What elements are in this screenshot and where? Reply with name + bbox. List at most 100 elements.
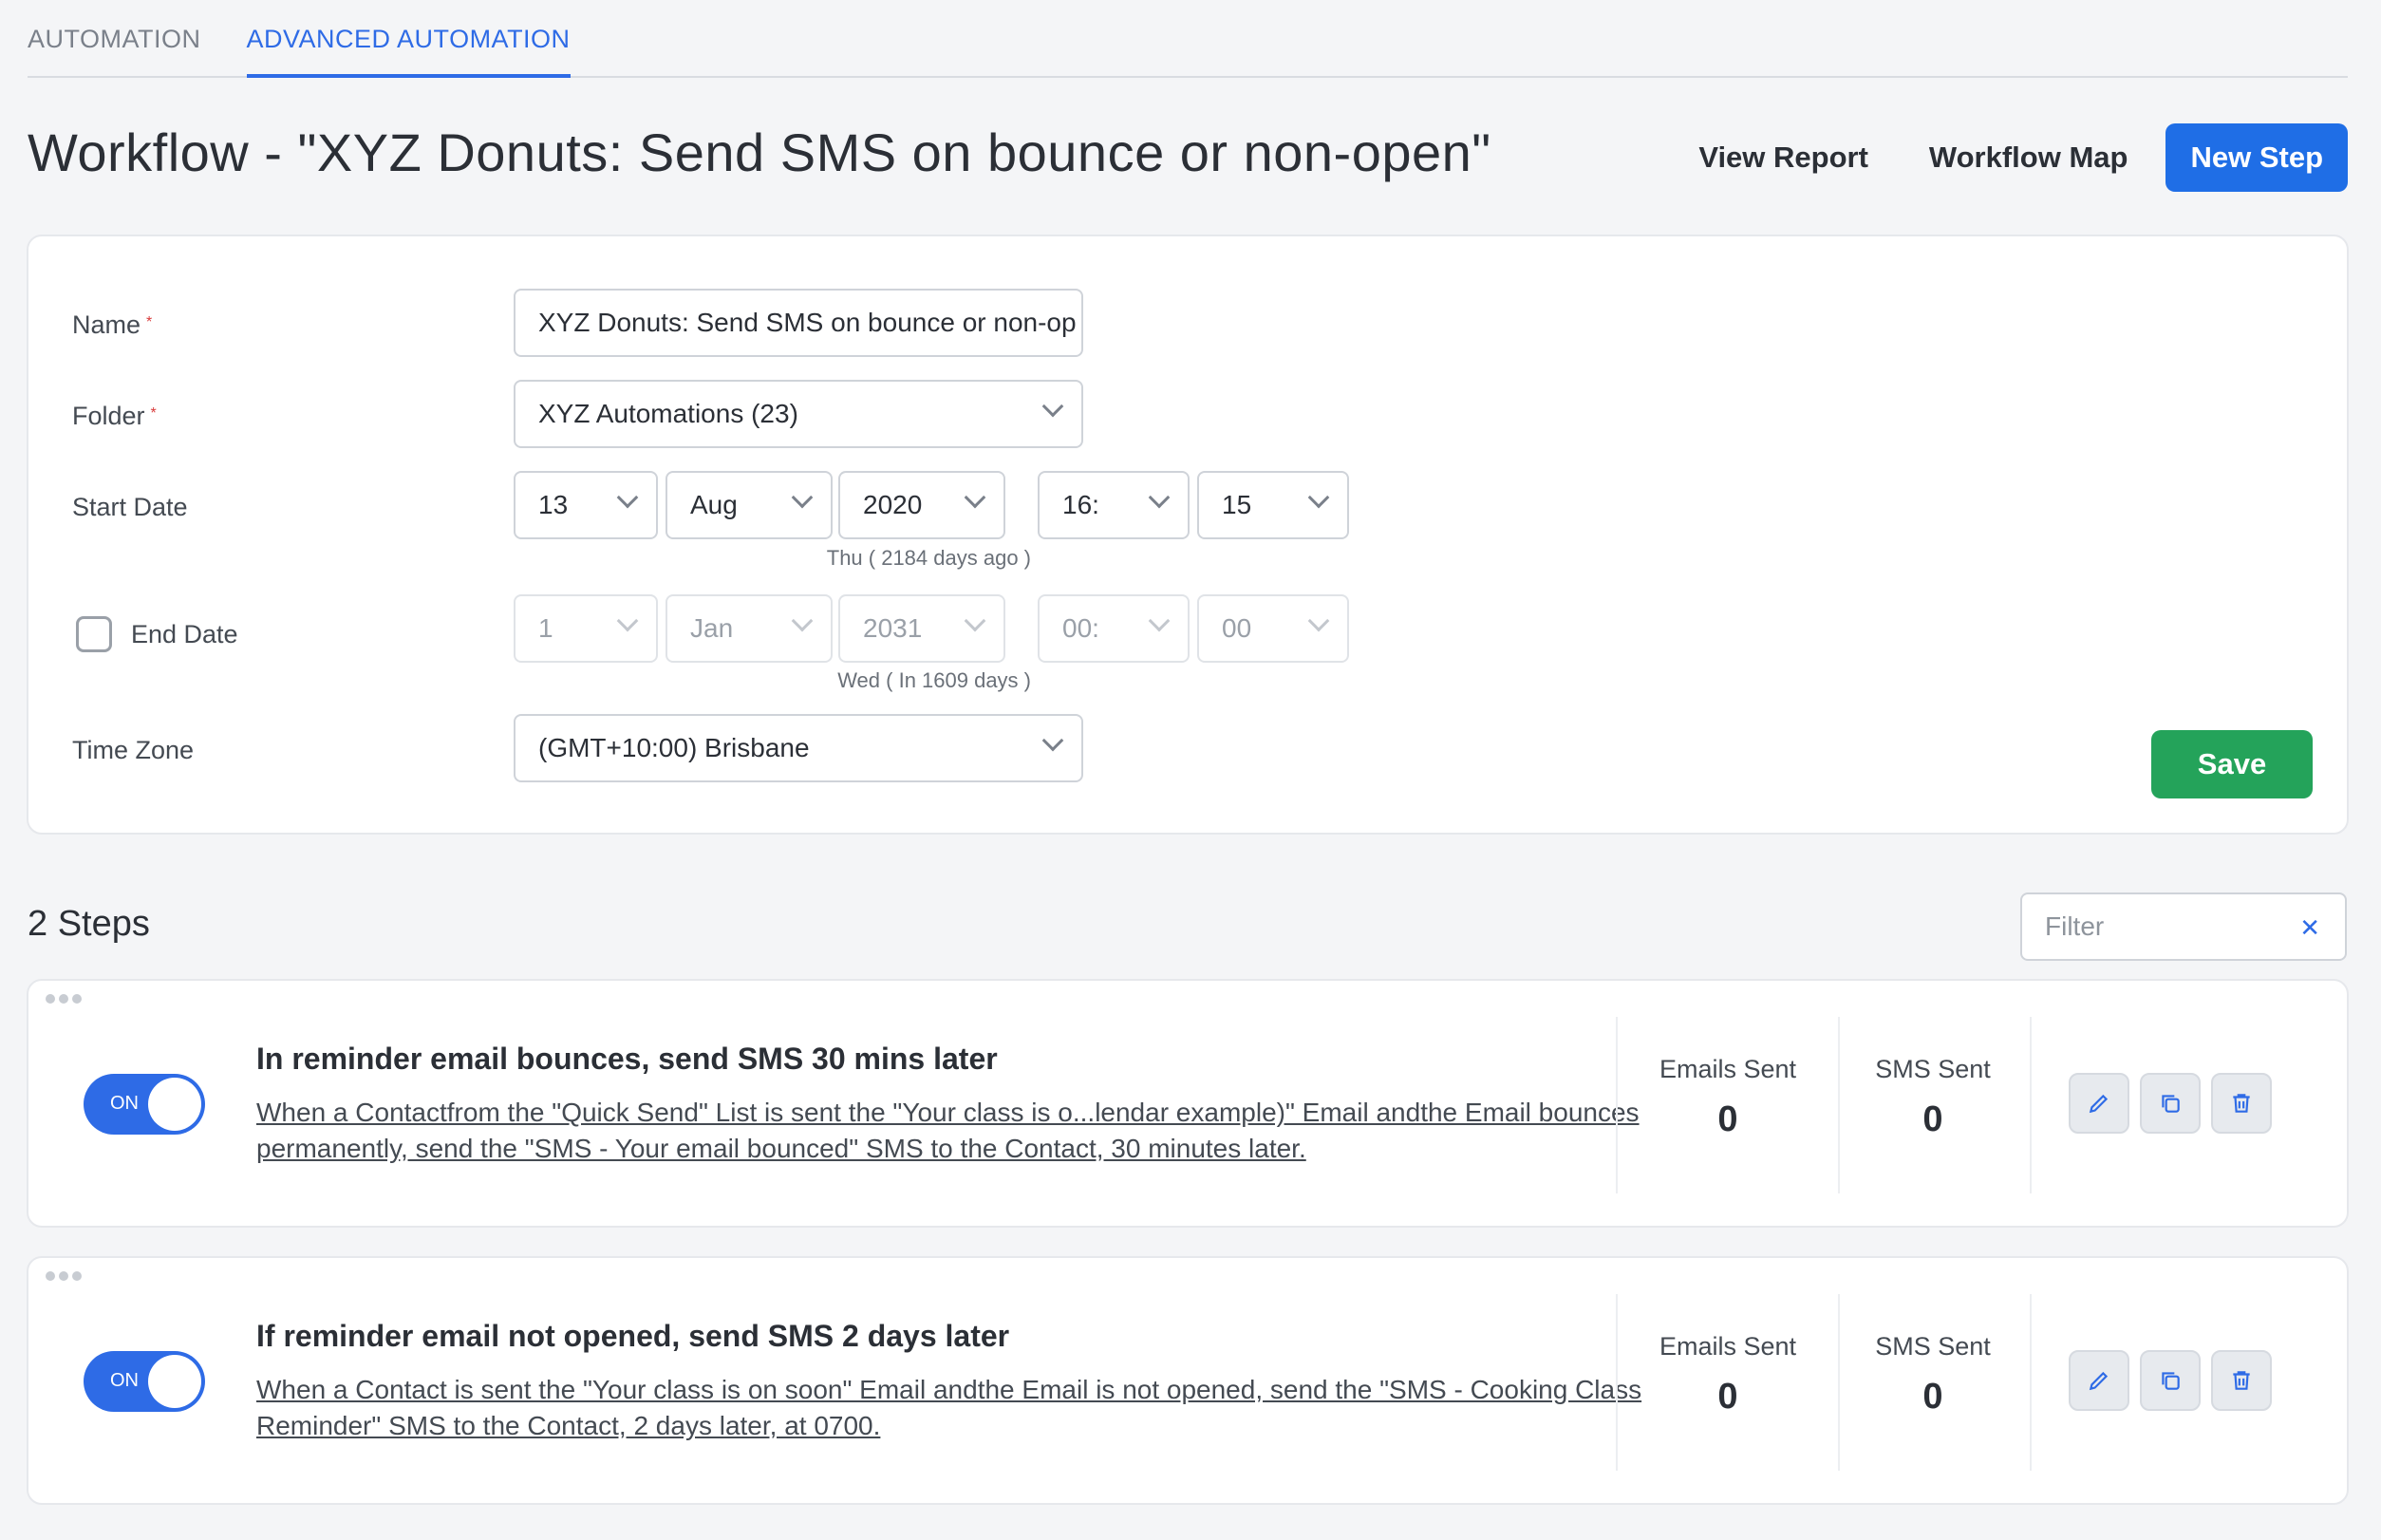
copy-step-button[interactable]	[2140, 1073, 2201, 1134]
end-date-label: End Date	[131, 620, 238, 648]
steps-count-heading: 2 Steps	[28, 904, 150, 944]
sms-sent-label: SMS Sent	[1875, 1332, 1991, 1361]
folder-label-text: Folder	[72, 402, 145, 430]
name-label: Name *	[72, 310, 152, 340]
start-hour-select[interactable]: 16:	[1038, 471, 1190, 539]
required-mark: *	[150, 405, 157, 422]
chevron-down-icon	[964, 486, 986, 509]
emails-sent-value: 0	[1717, 1099, 1738, 1139]
emails-sent-stat: Emails Sent 0	[1633, 1332, 1823, 1418]
filter-placeholder: Filter	[2045, 911, 2105, 941]
end-hour-select[interactable]: 00:	[1038, 594, 1190, 663]
step-enabled-toggle[interactable]: ON	[84, 1351, 205, 1412]
toggle-knob	[148, 1078, 201, 1131]
close-icon[interactable]: ✕	[2299, 913, 2320, 943]
step-card: ON In reminder email bounces, send SMS 3…	[27, 979, 2349, 1228]
step-enabled-toggle[interactable]: ON	[84, 1074, 205, 1135]
start-year-select[interactable]: 2020	[838, 471, 1005, 539]
end-month-value: Jan	[690, 613, 734, 643]
timezone-select[interactable]: (GMT+10:00) Brisbane	[514, 714, 1083, 782]
chevron-down-icon	[616, 610, 639, 632]
end-day-select[interactable]: 1	[514, 594, 658, 663]
name-input[interactable]: XYZ Donuts: Send SMS on bounce or non-op	[514, 289, 1083, 357]
toggle-on-label: ON	[110, 1370, 139, 1391]
start-month-select[interactable]: Aug	[666, 471, 833, 539]
edit-step-button[interactable]	[2069, 1073, 2129, 1134]
start-minute-value: 15	[1222, 490, 1252, 519]
delete-step-button[interactable]	[2211, 1350, 2272, 1411]
chevron-down-icon	[1148, 610, 1171, 632]
divider	[2030, 1017, 2032, 1193]
chevron-down-icon	[616, 486, 639, 509]
emails-sent-value: 0	[1717, 1377, 1738, 1417]
start-day-select[interactable]: 13	[514, 471, 658, 539]
start-day-value: 13	[538, 490, 569, 519]
sms-sent-label: SMS Sent	[1875, 1055, 1991, 1083]
name-input-value: XYZ Donuts: Send SMS on bounce or non-op	[538, 308, 1077, 337]
filter-input[interactable]: Filter ✕	[2020, 892, 2347, 961]
workflow-settings-card: Name * XYZ Donuts: Send SMS on bounce or …	[27, 235, 2349, 835]
sms-sent-stat: SMS Sent 0	[1838, 1332, 2028, 1418]
trash-icon	[2233, 1094, 2250, 1113]
required-mark: *	[146, 314, 153, 330]
edit-step-button[interactable]	[2069, 1350, 2129, 1411]
delete-step-button[interactable]	[2211, 1073, 2272, 1134]
tab-bar: AUTOMATION ADVANCED AUTOMATION	[28, 0, 2348, 78]
step-description-link[interactable]: When a Contact is sent the "Your class i…	[256, 1372, 1642, 1444]
chevron-down-icon	[791, 610, 814, 632]
end-date-hint: Wed ( In 1609 days )	[837, 668, 1031, 692]
save-button[interactable]: Save	[2151, 730, 2313, 798]
end-month-select[interactable]: Jan	[666, 594, 833, 663]
sms-sent-value: 0	[1922, 1377, 1943, 1417]
start-date-label: Start Date	[72, 493, 188, 521]
tab-advanced-automation[interactable]: ADVANCED AUTOMATION	[246, 0, 571, 78]
chevron-down-icon	[1307, 486, 1330, 509]
new-step-button[interactable]: New Step	[2165, 123, 2348, 192]
drag-dots-icon[interactable]	[46, 1271, 85, 1281]
chevron-down-icon	[1148, 486, 1171, 509]
name-label-text: Name	[72, 310, 141, 339]
divider	[1616, 1294, 1618, 1471]
tab-automation[interactable]: AUTOMATION	[28, 0, 201, 78]
step-title: In reminder email bounces, send SMS 30 m…	[256, 1042, 998, 1076]
pencil-icon	[2089, 1371, 2109, 1391]
view-report-button[interactable]: View Report	[1698, 141, 1868, 175]
start-minute-select[interactable]: 15	[1197, 471, 1349, 539]
end-day-value: 1	[538, 613, 553, 643]
chevron-down-icon	[964, 610, 986, 632]
chevron-down-icon	[791, 486, 814, 509]
drag-dots-icon[interactable]	[46, 994, 85, 1004]
step-description-link[interactable]: When a Contactfrom the "Quick Send" List…	[256, 1095, 1642, 1167]
toggle-knob	[148, 1355, 201, 1408]
folder-select[interactable]: XYZ Automations (23)	[514, 380, 1083, 448]
end-year-value: 2031	[863, 613, 923, 643]
chevron-down-icon	[1041, 729, 1064, 752]
end-minute-value: 00	[1222, 613, 1252, 643]
trash-icon	[2233, 1371, 2250, 1390]
copy-step-button[interactable]	[2140, 1350, 2201, 1411]
page-title: Workflow - "XYZ Donuts: Send SMS on boun…	[28, 122, 1491, 182]
start-hour-value: 16:	[1062, 490, 1099, 519]
sms-sent-value: 0	[1922, 1099, 1943, 1139]
timezone-label: Time Zone	[72, 736, 195, 764]
end-minute-select[interactable]: 00	[1197, 594, 1349, 663]
start-year-value: 2020	[863, 490, 923, 519]
start-date-hint: Thu ( 2184 days ago )	[826, 546, 1031, 570]
page: AUTOMATION ADVANCED AUTOMATION Workflow …	[0, 0, 2381, 1540]
workflow-map-button[interactable]: Workflow Map	[1929, 141, 2128, 175]
chevron-down-icon	[1307, 610, 1330, 632]
end-date-checkbox[interactable]	[76, 616, 112, 652]
start-month-value: Aug	[690, 490, 738, 519]
header-actions: View Report Workflow Map New Step	[1698, 123, 2348, 192]
divider	[2030, 1294, 2032, 1471]
folder-label: Folder *	[72, 402, 157, 431]
step-title: If reminder email not opened, send SMS 2…	[256, 1319, 1010, 1353]
step-card: ON If reminder email not opened, send SM…	[27, 1256, 2349, 1505]
pencil-icon	[2089, 1094, 2109, 1114]
end-year-select[interactable]: 2031	[838, 594, 1005, 663]
timezone-select-value: (GMT+10:00) Brisbane	[538, 733, 810, 762]
copy-icon	[2162, 1095, 2180, 1113]
toggle-on-label: ON	[110, 1093, 139, 1114]
divider	[1616, 1017, 1618, 1193]
emails-sent-label: Emails Sent	[1659, 1332, 1797, 1361]
